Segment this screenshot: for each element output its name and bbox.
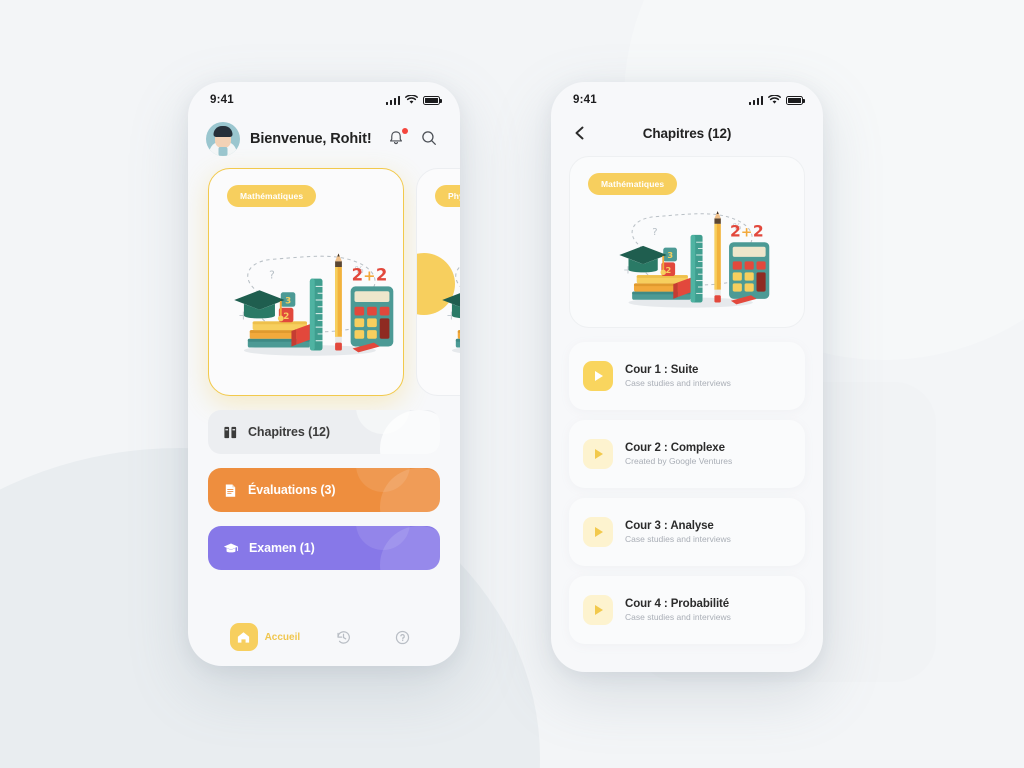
avatar[interactable] bbox=[206, 122, 240, 156]
play-icon bbox=[583, 595, 613, 625]
history-icon bbox=[337, 630, 351, 644]
list-item[interactable]: Cour 1 : Suite Case studies and intervie… bbox=[569, 342, 805, 410]
play-icon bbox=[583, 439, 613, 469]
tab-accueil[interactable]: Accueil bbox=[229, 623, 301, 651]
menu-item-evaluations[interactable]: Évaluations (3) bbox=[208, 468, 440, 512]
background-decoration bbox=[0, 0, 1024, 768]
course-title: Cour 1 : Suite bbox=[625, 364, 699, 376]
battery-icon bbox=[423, 95, 442, 105]
subject-tag: Mathématiques bbox=[227, 185, 317, 207]
chapters-header: Chapitres (12) bbox=[551, 112, 823, 152]
graduation-cap-icon bbox=[223, 543, 239, 553]
play-icon bbox=[583, 517, 613, 547]
home-icon bbox=[229, 623, 258, 651]
list-item[interactable]: Cour 4 : Probabilité Case studies and in… bbox=[569, 576, 805, 644]
play-icon bbox=[583, 361, 613, 391]
phone-chapters-screen: 9:41 Chapitres (12) Mathématiques Cour 1… bbox=[551, 82, 823, 672]
status-time: 9:41 bbox=[573, 94, 597, 106]
subject-card-phylosophie[interactable]: Phylosophie bbox=[416, 168, 460, 396]
menu-item-label: Chapitres (12) bbox=[248, 425, 330, 439]
greeting-text: Bienvenue, Rohit! bbox=[250, 131, 372, 147]
page-title: Chapitres (12) bbox=[642, 125, 732, 141]
wifi-icon bbox=[768, 95, 781, 104]
subject-tag: Phylosophie bbox=[435, 185, 460, 207]
bottom-tab-bar: Accueil bbox=[188, 608, 460, 666]
hero-subject-card[interactable]: Mathématiques bbox=[569, 156, 805, 328]
menu-item-label: Évaluations (3) bbox=[248, 483, 336, 497]
signal-bars-icon bbox=[748, 95, 763, 105]
course-subtitle: Case studies and interviews bbox=[625, 534, 731, 544]
document-icon bbox=[225, 484, 236, 497]
status-time: 9:41 bbox=[210, 94, 234, 106]
search-icon[interactable] bbox=[420, 129, 440, 149]
tab-label: Accueil bbox=[264, 631, 301, 643]
notification-badge bbox=[402, 128, 408, 134]
chevron-left-icon[interactable] bbox=[571, 124, 589, 142]
signal-bars-icon bbox=[385, 95, 400, 105]
menu-item-label: Examen (1) bbox=[249, 541, 315, 555]
course-subtitle: Case studies and interviews bbox=[625, 612, 731, 622]
tab-help[interactable] bbox=[394, 629, 418, 646]
battery-icon bbox=[786, 95, 805, 105]
course-subtitle: Created by Google Ventures bbox=[625, 456, 733, 466]
course-subtitle: Case studies and interviews bbox=[625, 378, 731, 388]
course-title: Cour 3 : Analyse bbox=[625, 520, 714, 532]
course-list: Cour 1 : Suite Case studies and intervie… bbox=[551, 328, 823, 644]
menu-list: Chapitres (12) Évaluations (3) Examen (1… bbox=[188, 402, 460, 570]
status-bar-home: 9:41 bbox=[188, 82, 460, 112]
course-title: Cour 4 : Probabilité bbox=[625, 598, 730, 610]
wifi-icon bbox=[405, 95, 418, 104]
list-item[interactable]: Cour 3 : Analyse Case studies and interv… bbox=[569, 498, 805, 566]
menu-item-examen[interactable]: Examen (1) bbox=[208, 526, 440, 570]
status-bar-chapters: 9:41 bbox=[551, 82, 823, 112]
phone-home-screen: 9:41 Bienvenue, Rohit! Mathématiques Ph … bbox=[188, 82, 460, 666]
subject-card-mathematiques[interactable]: Mathématiques bbox=[208, 168, 404, 396]
subject-card-carousel[interactable]: Mathématiques Phylosophie bbox=[188, 164, 460, 402]
math-supplies-illustration bbox=[209, 213, 403, 387]
menu-item-chapitres[interactable]: Chapitres (12) bbox=[208, 410, 440, 454]
books-icon bbox=[224, 426, 237, 438]
math-supplies-illustration bbox=[570, 191, 804, 319]
home-header: Bienvenue, Rohit! bbox=[188, 112, 460, 164]
list-item[interactable]: Cour 2 : Complexe Created by Google Vent… bbox=[569, 420, 805, 488]
subject-tag: Mathématiques bbox=[588, 173, 678, 195]
help-icon bbox=[396, 630, 410, 644]
course-title: Cour 2 : Complexe bbox=[625, 442, 725, 454]
math-supplies-illustration bbox=[417, 213, 460, 387]
bell-icon[interactable] bbox=[387, 128, 408, 149]
tab-history[interactable] bbox=[335, 629, 359, 646]
